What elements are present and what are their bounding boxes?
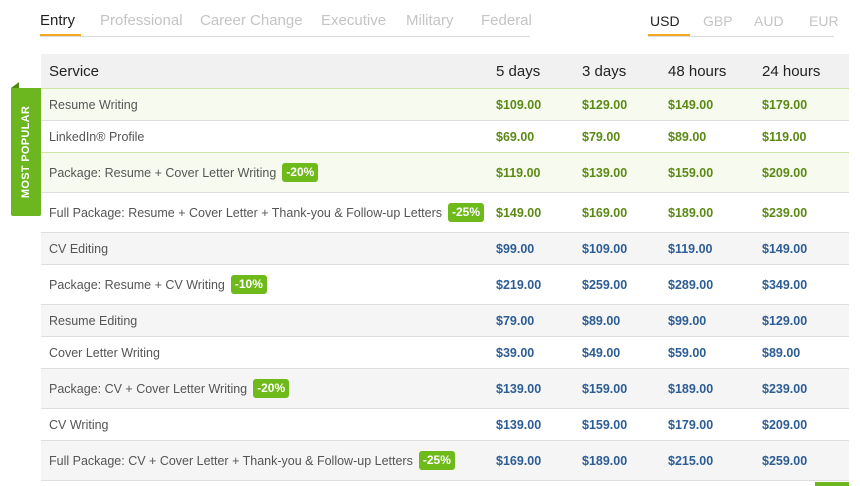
currency-gbp[interactable]: GBP xyxy=(703,13,733,29)
service-label: Full Package: CV + Cover Letter + Thank-… xyxy=(49,453,413,468)
pricing-table: Service 5 days 3 days 48 hours 24 hours … xyxy=(41,54,849,481)
price-3-days: $129.00 xyxy=(582,97,628,112)
tab-professional[interactable]: Professional xyxy=(100,12,183,29)
tab-federal[interactable]: Federal xyxy=(481,12,532,29)
price-24-hours: $259.00 xyxy=(762,453,808,468)
price-48-hours: $89.00 xyxy=(668,129,707,144)
table-row: CV Writing $139.00 $159.00 $179.00 $209.… xyxy=(41,408,849,440)
price-48-hours: $99.00 xyxy=(668,313,707,328)
service-name: CV Writing xyxy=(49,417,109,432)
price-24-hours: $119.00 xyxy=(762,129,807,144)
price-5-days: $69.00 xyxy=(496,129,535,144)
table-header: Service 5 days 3 days 48 hours 24 hours xyxy=(41,54,849,88)
service-name: CV Editing xyxy=(49,241,109,256)
price-5-days: $99.00 xyxy=(496,241,535,256)
discount-badge: -10% xyxy=(230,275,267,294)
header-5-days: 5 days xyxy=(496,63,541,80)
price-24-hours: $239.00 xyxy=(762,381,808,396)
table-row: Full Package: CV + Cover Letter + Thank-… xyxy=(41,440,849,481)
table-row: LinkedIn® Profile $69.00 $79.00 $89.00 $… xyxy=(41,120,849,152)
price-24-hours: $149.00 xyxy=(762,241,808,256)
price-48-hours: $289.00 xyxy=(668,277,714,292)
tab-career-change[interactable]: Career Change xyxy=(200,12,303,29)
tab-military[interactable]: Military xyxy=(406,12,454,29)
service-name: Package: Resume + CV Writing -10% xyxy=(49,265,267,304)
price-5-days: $219.00 xyxy=(496,277,542,292)
price-24-hours: $209.00 xyxy=(762,165,808,180)
price-3-days: $89.00 xyxy=(582,313,621,328)
price-5-days: $39.00 xyxy=(496,345,535,360)
table-row: Resume Writing $109.00 $129.00 $149.00 $… xyxy=(41,88,849,120)
service-name: Full Package: Resume + Cover Letter + Th… xyxy=(49,193,485,232)
level-tabs: Entry Professional Career Change Executi… xyxy=(40,0,532,37)
service-name: Resume Editing xyxy=(49,313,138,328)
table-row: Full Package: Resume + Cover Letter + Th… xyxy=(41,192,849,232)
price-24-hours: $209.00 xyxy=(762,417,808,432)
price-3-days: $49.00 xyxy=(582,345,621,360)
price-3-days: $169.00 xyxy=(582,205,628,220)
service-label: Package: Resume + CV Writing xyxy=(49,277,225,292)
service-label: Package: Resume + Cover Letter Writing xyxy=(49,165,277,180)
price-3-days: $159.00 xyxy=(582,417,628,432)
price-3-days: $159.00 xyxy=(582,381,628,396)
price-24-hours: $129.00 xyxy=(762,313,808,328)
price-48-hours: $119.00 xyxy=(668,241,713,256)
price-5-days: $139.00 xyxy=(496,417,542,432)
currency-tabs: USD GBP AUD EUR xyxy=(648,0,839,37)
price-24-hours: $89.00 xyxy=(762,345,801,360)
service-label: Full Package: Resume + Cover Letter + Th… xyxy=(49,205,443,220)
price-5-days: $169.00 xyxy=(496,453,542,468)
price-24-hours: $239.00 xyxy=(762,205,808,220)
table-row: CV Editing $99.00 $109.00 $119.00 $149.0… xyxy=(41,232,849,264)
service-label: Package: CV + Cover Letter Writing xyxy=(49,381,248,396)
price-24-hours: $179.00 xyxy=(762,97,808,112)
decorative-accent xyxy=(815,482,849,486)
header-3-days: 3 days xyxy=(582,63,627,80)
currency-eur[interactable]: EUR xyxy=(809,13,839,29)
service-name: Resume Writing xyxy=(49,97,138,112)
price-24-hours: $349.00 xyxy=(762,277,808,292)
service-name: Package: Resume + Cover Letter Writing -… xyxy=(49,153,319,192)
tab-executive[interactable]: Executive xyxy=(321,12,386,29)
price-48-hours: $215.00 xyxy=(668,453,714,468)
service-name: Full Package: CV + Cover Letter + Thank-… xyxy=(49,441,455,480)
most-popular-label: MOST POPULAR xyxy=(20,105,32,199)
header-48-hours: 48 hours xyxy=(668,63,727,80)
price-5-days: $139.00 xyxy=(496,381,542,396)
price-48-hours: $179.00 xyxy=(668,417,714,432)
price-3-days: $189.00 xyxy=(582,453,628,468)
service-name: LinkedIn® Profile xyxy=(49,129,145,144)
price-5-days: $149.00 xyxy=(496,205,542,220)
price-48-hours: $149.00 xyxy=(668,97,714,112)
discount-badge: -20% xyxy=(253,379,290,398)
service-name: Cover Letter Writing xyxy=(49,345,160,360)
price-48-hours: $159.00 xyxy=(668,165,714,180)
price-5-days: $119.00 xyxy=(496,165,541,180)
currency-usd[interactable]: USD xyxy=(648,13,689,36)
table-row: Resume Editing $79.00 $89.00 $99.00 $129… xyxy=(41,304,849,336)
table-row: Cover Letter Writing $39.00 $49.00 $59.0… xyxy=(41,336,849,368)
price-3-days: $79.00 xyxy=(582,129,621,144)
price-48-hours: $189.00 xyxy=(668,381,714,396)
most-popular-ribbon: MOST POPULAR xyxy=(11,82,41,216)
table-row: Package: CV + Cover Letter Writing -20% … xyxy=(41,368,849,408)
price-3-days: $259.00 xyxy=(582,277,628,292)
price-3-days: $109.00 xyxy=(582,241,628,256)
discount-badge: -25% xyxy=(448,203,485,222)
price-48-hours: $59.00 xyxy=(668,345,707,360)
table-row: Package: Resume + Cover Letter Writing -… xyxy=(41,152,849,192)
price-5-days: $79.00 xyxy=(496,313,535,328)
price-5-days: $109.00 xyxy=(496,97,542,112)
table-row: Package: Resume + CV Writing -10% $219.0… xyxy=(41,264,849,304)
discount-badge: -25% xyxy=(418,451,455,470)
tab-entry[interactable]: Entry xyxy=(40,12,82,36)
header-24-hours: 24 hours xyxy=(762,63,821,80)
price-3-days: $139.00 xyxy=(582,165,628,180)
header-service: Service xyxy=(49,63,100,80)
price-48-hours: $189.00 xyxy=(668,205,714,220)
currency-aud[interactable]: AUD xyxy=(754,13,784,29)
service-name: Package: CV + Cover Letter Writing -20% xyxy=(49,369,290,408)
discount-badge: -20% xyxy=(282,163,319,182)
